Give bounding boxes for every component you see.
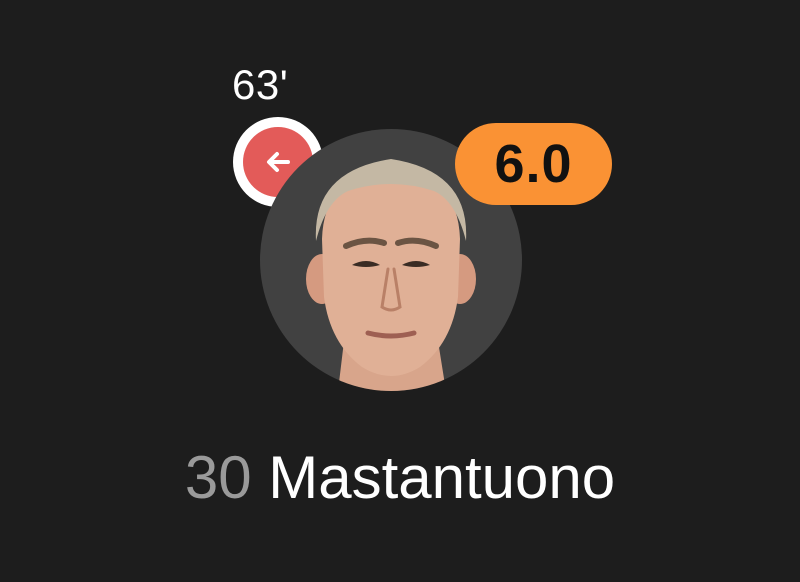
rating-badge: 6.0 xyxy=(455,123,612,205)
player-label[interactable]: 30 Mastantuono xyxy=(0,440,800,516)
player-name: Mastantuono xyxy=(268,444,616,511)
substitution-minute: 63' xyxy=(232,61,289,108)
player-card[interactable]: 63' 6.0 30 Mastantuono xyxy=(0,0,800,582)
shirt-number: 30 xyxy=(184,444,252,511)
